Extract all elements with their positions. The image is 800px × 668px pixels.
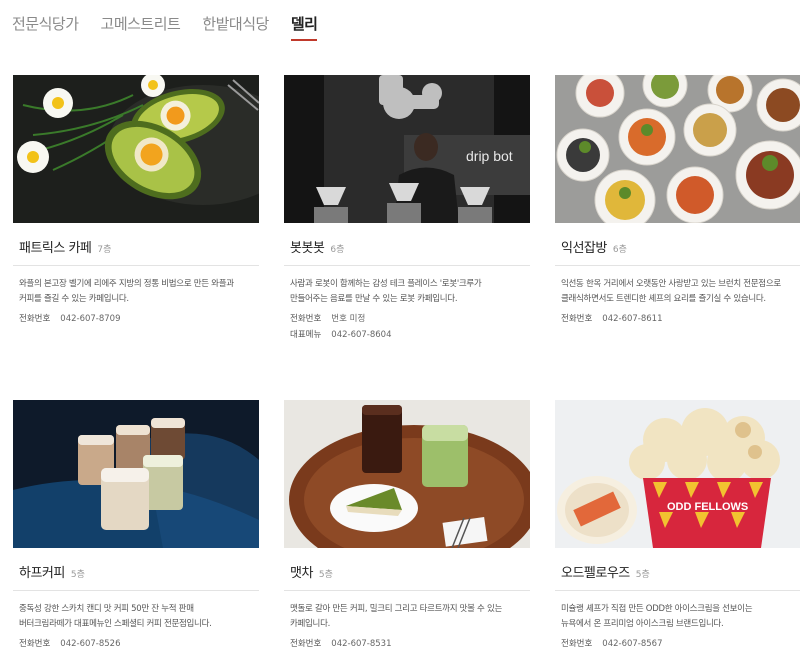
store-floor: 6층 [612,245,627,255]
drip-bot-sign-text: drip bot [466,148,513,164]
store-card-ikseon-jabbang[interactable]: 익선잡방 6층 익선동 한옥 거리에서 오랫동안 사랑받고 있는 브런치 전문점… [555,75,800,327]
store-card-odd-fellows[interactable]: ODD FELLOWS 오드펠로우즈 5층 미슐랭 셰프가 직접 만든 ODD한… [555,400,800,652]
store-floor: 5층 [635,570,650,580]
store-photo[interactable]: drip bot [284,75,530,223]
store-name[interactable]: 오드펠로우즈 [561,562,630,581]
store-card-half-coffee[interactable]: 하프커피 5층 중독성 강한 스카치 캔디 맛 커피 50만 잔 누적 판매 버… [13,400,259,652]
store-name[interactable]: 하프커피 [19,562,65,581]
store-description: 와플의 본고장 벨기에 리에주 지방의 정통 비법으로 만든 와플과 커피를 즐… [19,279,234,304]
store-floor: 6층 [330,245,345,255]
store-photo[interactable] [13,75,259,223]
tab-hanbat-restaurant[interactable]: 한밭대식당 [202,14,269,38]
store-photo[interactable]: ODD FELLOWS [555,400,800,548]
store-description: 중독성 강한 스카치 캔디 맛 커피 50만 잔 누적 판매 버터크림라떼가 대… [19,604,212,629]
store-phone: 전화번호 042-607-8531 [290,639,392,649]
store-name[interactable]: 맷차 [290,562,313,581]
store-name-row: 익선잡방 6층 [555,237,800,266]
store-phone: 전화번호 042-607-8709 [19,314,121,324]
tab-gourmet-street[interactable]: 고메스트리트 [101,14,181,38]
store-photo[interactable] [13,400,259,548]
store-photo[interactable] [555,75,800,223]
store-name-row: 패트릭스 카페 7층 [13,237,259,266]
odd-fellows-cup-text: ODD FELLOWS [667,501,748,513]
store-phone: 전화번호 042-607-8611 [561,314,663,324]
store-name-row: 봇봇봇 6층 [284,237,530,266]
store-card-patricks-cafe[interactable]: 패트릭스 카페 7층 와플의 본고장 벨기에 리에주 지방의 정통 비법으로 만… [13,75,259,327]
store-phone: 전화번호 042-607-8567 [561,639,663,649]
category-tabs: 전문식당가 고메스트리트 한밭대식당 델리 [12,14,318,41]
store-floor: 5층 [318,570,333,580]
store-description: 맷돌로 갈아 만든 커피, 밀크티 그리고 타르트까지 맛볼 수 있는 카페입니… [290,604,503,629]
store-menu: 대표메뉴 042-607-8604 [290,330,392,340]
store-description: 익선동 한옥 거리에서 오랫동안 사랑받고 있는 브런치 전문점으로 클래식하면… [561,279,781,304]
store-phone: 전화번호 042-607-8526 [19,639,121,649]
store-name[interactable]: 봇봇봇 [290,237,325,256]
store-name[interactable]: 익선잡방 [561,237,607,256]
store-name-row: 하프커피 5층 [13,562,259,591]
store-name[interactable]: 패트릭스 카페 [19,237,92,256]
store-name-row: 오드펠로우즈 5층 [555,562,800,591]
store-card-matcha[interactable]: 맷차 5층 맷돌로 갈아 만든 커피, 밀크티 그리고 타르트까지 맛볼 수 있… [284,400,530,652]
store-card-botbotbot[interactable]: drip bot 봇봇봇 6층 사람과 로봇이 함께하는 감성 테크 플레이스 … [284,75,530,343]
store-description: 사람과 로봇이 함께하는 감성 테크 플레이스 '로봇'크루가 만들어주는 음료… [290,279,482,304]
store-name-row: 맷차 5층 [284,562,530,591]
tab-deli[interactable]: 델리 [290,14,318,41]
store-photo[interactable] [284,400,530,548]
tab-specialty-restaurants[interactable]: 전문식당가 [12,14,79,38]
store-floor: 7층 [97,245,112,255]
store-floor: 5층 [70,570,85,580]
store-description: 미슐랭 셰프가 직접 만든 ODD한 아이스크림을 선보이는 뉴욕에서 온 프리… [561,604,753,629]
store-phone: 전화번호 번호 미정 [290,314,366,324]
